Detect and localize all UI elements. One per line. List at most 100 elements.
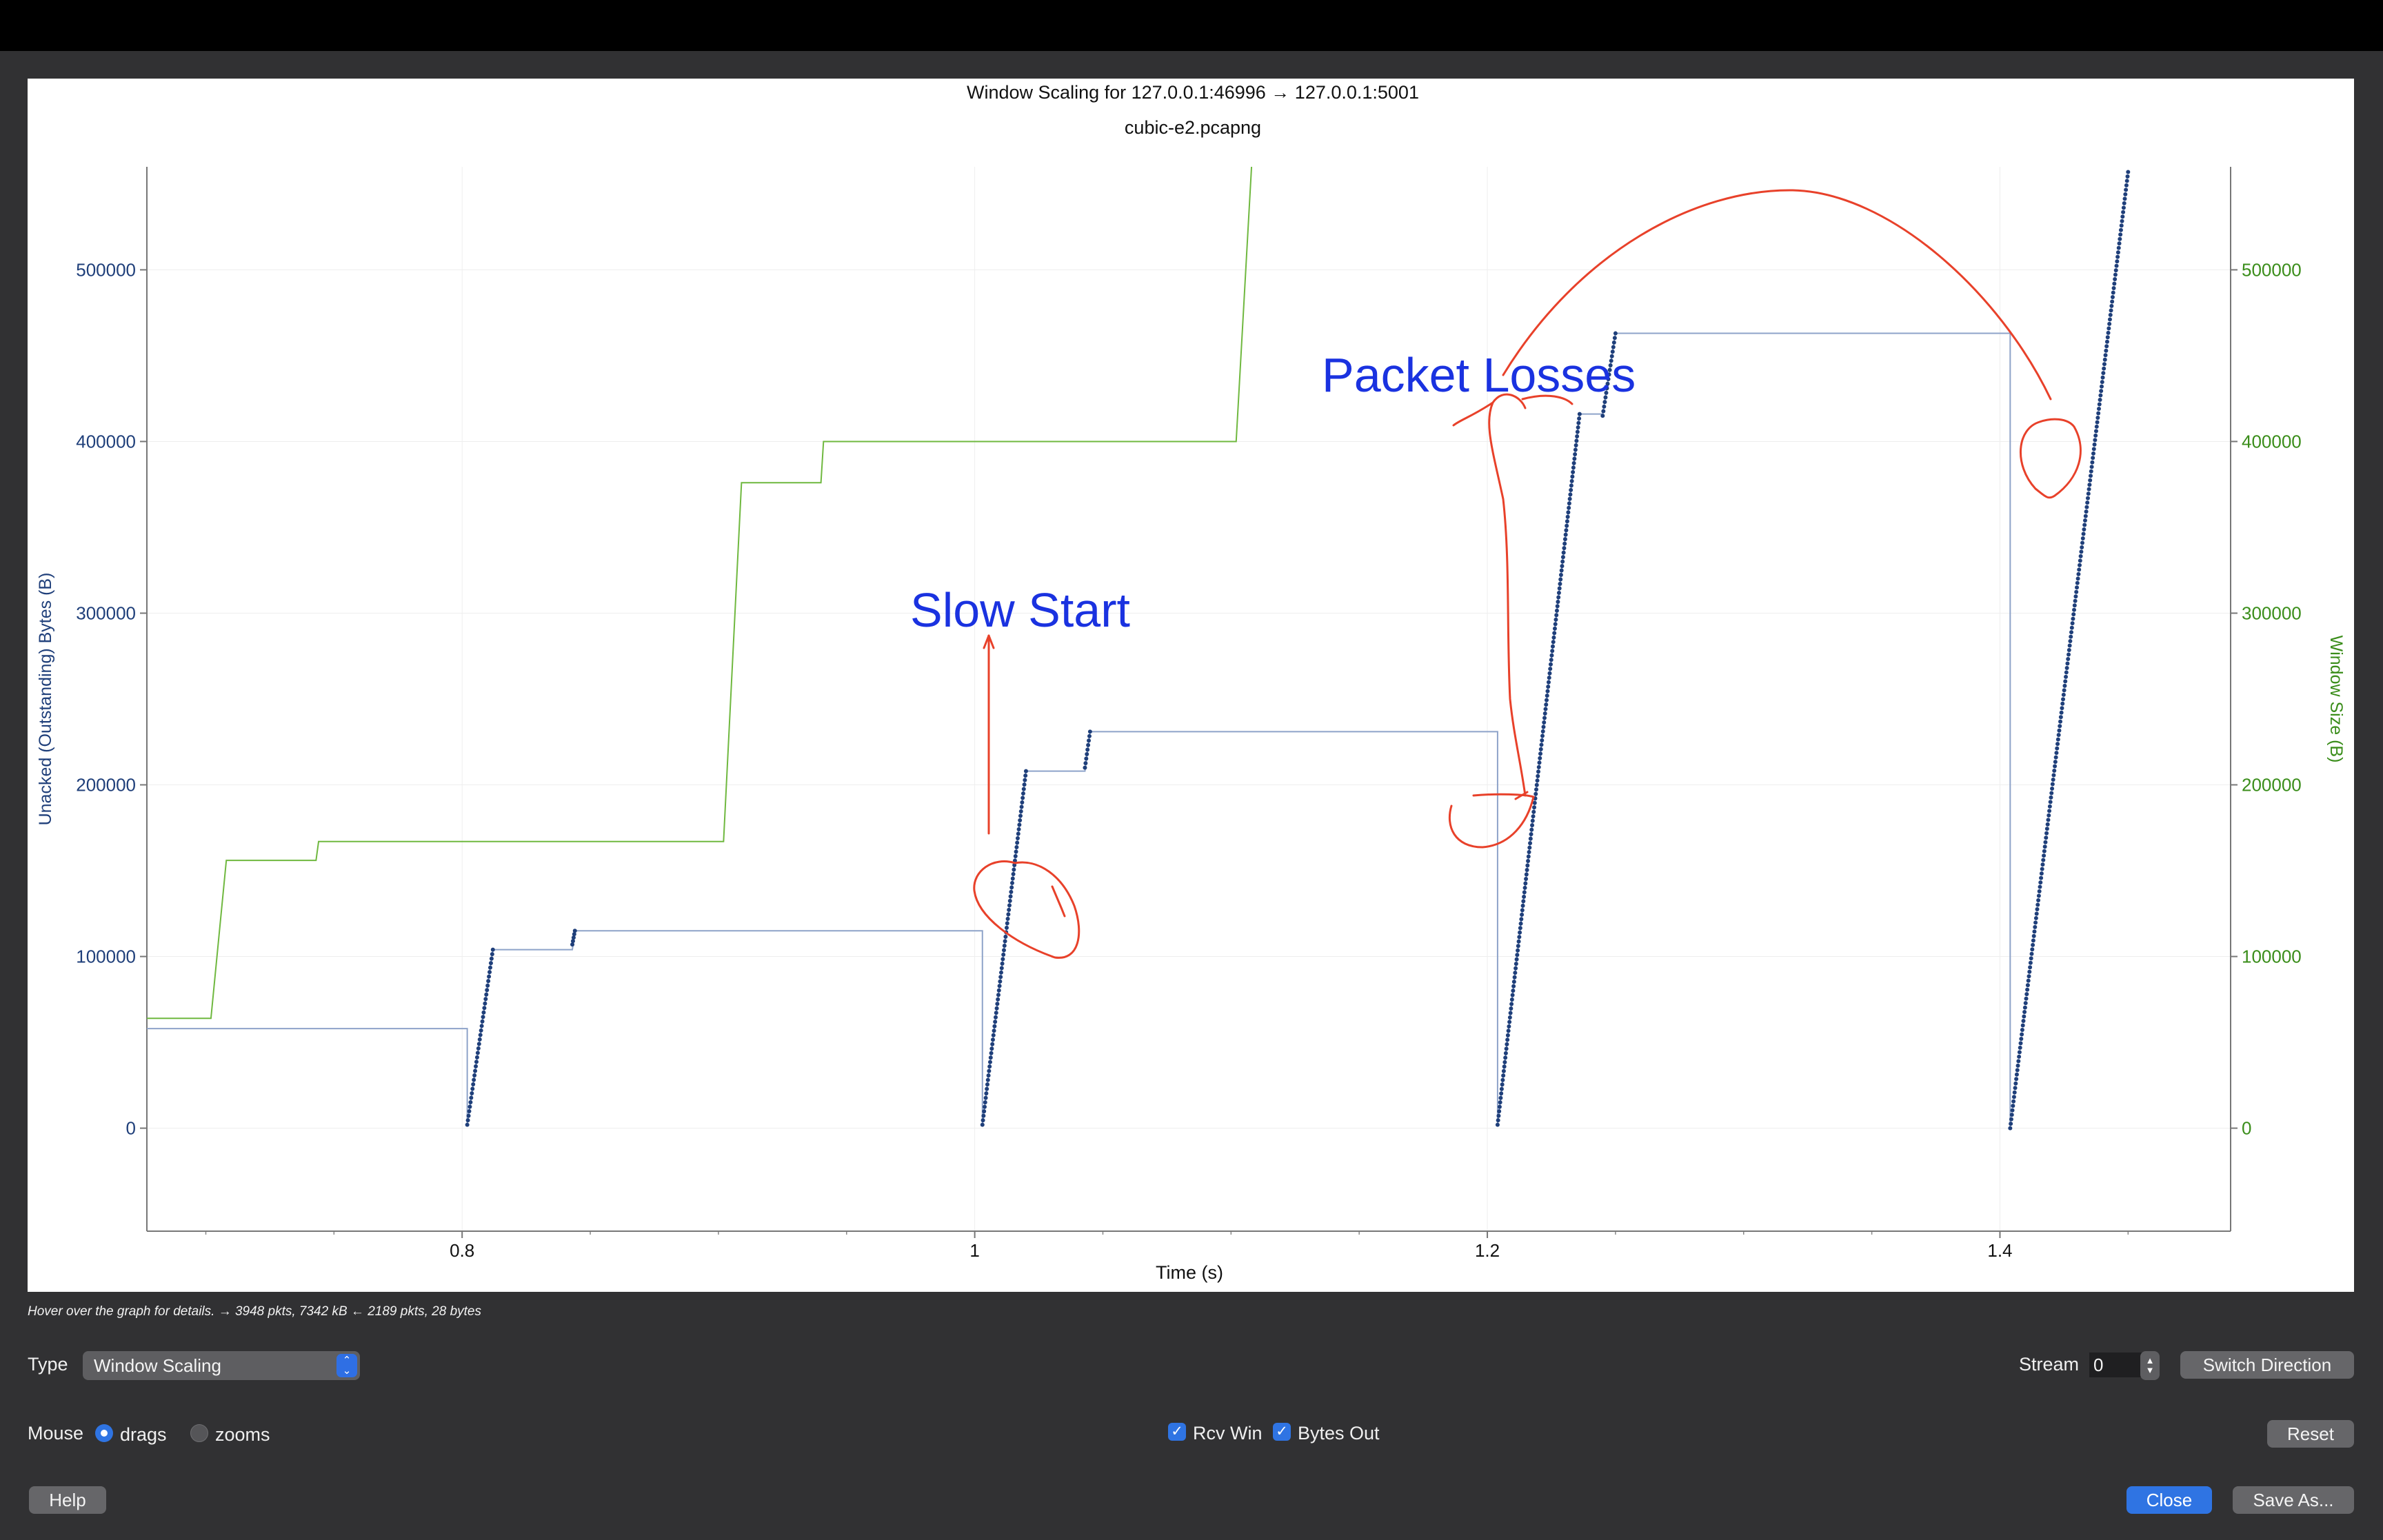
bytes-out-point (2055, 742, 2060, 747)
bytes-out-point (984, 1091, 989, 1096)
help-button[interactable]: Help (29, 1486, 106, 1514)
bytes-out-point (2084, 509, 2089, 514)
bytes-out-point (1562, 537, 1567, 542)
stream-input[interactable]: 0 (2089, 1352, 2142, 1377)
bytes-out-point (2039, 875, 2044, 880)
bytes-out-point (1530, 818, 1535, 823)
bytes-out-point (2073, 598, 2078, 603)
bytes-out-point (1015, 835, 1020, 840)
bytes-out-point (1514, 957, 1519, 962)
bytes-out-point (1572, 456, 1577, 461)
close-button[interactable]: Close (2126, 1486, 2212, 1514)
bytes-out-point (1020, 800, 1025, 805)
bytes-out-point (2018, 1045, 2022, 1050)
save-as-button[interactable]: Save As... (2233, 1486, 2354, 1514)
bytes-out-point (1523, 881, 1528, 886)
bytes-out-point (1509, 1006, 1514, 1011)
bytes-out-point (1563, 532, 1568, 537)
bytes-out-point (1005, 916, 1010, 921)
switch-direction-button[interactable]: Switch Direction (2180, 1351, 2354, 1379)
bytes-out-point (1007, 898, 1012, 903)
bytes-out-point (1020, 796, 1025, 800)
reset-button[interactable]: Reset (2267, 1420, 2354, 1448)
bytes-out-point (2063, 679, 2068, 684)
bytes-out-point (1567, 496, 1572, 501)
bytes-out-point (2080, 545, 2084, 549)
bytes-out-point (474, 1064, 479, 1068)
bytes-out-point (1540, 733, 1545, 738)
bytes-out-point (2017, 1054, 2022, 1059)
bytes-out-point (1567, 505, 1571, 510)
bytes-out-point (465, 1122, 470, 1127)
bytes-out-point (1023, 773, 1028, 778)
bytes-out-point (2093, 429, 2098, 434)
status-line: Hover over the graph for details. → 3948… (28, 1304, 481, 1319)
y-tick-label-left: 200000 (76, 775, 136, 796)
bytes-out-point (2086, 492, 2091, 496)
annotation-stroke-6 (1452, 393, 1527, 797)
bytes-out-point (2113, 272, 2118, 277)
bytes-out-point (1527, 850, 1531, 855)
bytes-out-point (1005, 921, 1009, 926)
window-scaling-chart[interactable]: 0.8 1 1.2 1.4 0 0 100000 100000 200000 200000 3000… (28, 79, 2354, 1292)
bytes-out-point (2064, 674, 2069, 679)
bytes-out-point (1566, 510, 1571, 515)
bytes-out-point (468, 1100, 473, 1105)
bytes-out-point (1569, 478, 1574, 483)
bytes-out-point (2111, 285, 2116, 290)
bytes-out-point (1495, 1122, 1500, 1127)
bytes-out-point (2118, 236, 2122, 241)
bytes-out-point (2045, 822, 2050, 827)
bytes-out-point (478, 1033, 483, 1037)
bytes-out-point (1546, 685, 1551, 689)
bytes-out-point (1529, 832, 1534, 837)
bytes-out-point (2099, 384, 2104, 389)
bytes-out-point (1507, 1024, 1511, 1029)
bytes-out-point (474, 1060, 479, 1064)
type-select[interactable]: Window Scaling ⌃ ⌄ (83, 1351, 360, 1380)
zooms-radio[interactable] (190, 1424, 208, 1442)
bytes-out-point (1516, 948, 1520, 953)
bytes-out-point (1565, 514, 1570, 519)
bytes-out-point (2053, 760, 2058, 764)
bytes-out-point (1524, 876, 1529, 881)
bytes-out-point (1552, 626, 1557, 631)
bytes-out-point (2028, 960, 2033, 965)
y-axis-right-label: Window Size (B) (2326, 636, 2346, 763)
bytes-out-point (1018, 809, 1023, 814)
y-tick-label-right: 0 (2242, 1118, 2251, 1139)
plot-panel[interactable]: 0.8 1 1.2 1.4 0 0 100000 100000 200000 200000 3000… (28, 79, 2354, 1292)
rcv-win-label: Rcv Win (1193, 1423, 1263, 1443)
bytes-out-point (2113, 277, 2118, 282)
bytes-out-point (1501, 1068, 1506, 1073)
rcv-win-checkbox[interactable]: ✓ (1168, 1423, 1186, 1441)
bytes-out-label: Bytes Out (1298, 1423, 1380, 1443)
y-tick-label-left: 100000 (76, 946, 136, 967)
bytes-out-point (481, 1010, 486, 1015)
bytes-out-point (467, 1109, 472, 1114)
bytes-out-point (473, 1068, 478, 1073)
bytes-out-point (1085, 747, 1090, 752)
bytes-out-point (1506, 1029, 1511, 1033)
bytes-out-point (1575, 429, 1580, 434)
bytes-out-point (1021, 787, 1026, 791)
bytes-out-checkbox[interactable]: ✓ (1273, 1423, 1291, 1441)
bytes-out-point (475, 1051, 480, 1055)
bytes-out-point (1540, 729, 1545, 733)
bytes-out-point (2080, 536, 2085, 540)
bytes-out-point (2104, 348, 2109, 353)
bytes-out-point (985, 1086, 989, 1091)
bytes-out-point (1556, 595, 1561, 600)
bytes-out-point (2118, 232, 2123, 237)
bytes-out-point (1497, 1109, 1502, 1114)
bytes-out-point (2087, 487, 2091, 492)
bytes-out-point (1554, 617, 1558, 622)
bytes-out-point (2027, 974, 2031, 979)
stream-stepper[interactable]: ▲ ▼ (2140, 1351, 2160, 1380)
bytes-out-point (1530, 823, 1535, 828)
bytes-out-point (997, 984, 1002, 989)
bytes-out-point (2062, 688, 2067, 693)
drags-radio[interactable] (95, 1424, 113, 1442)
bytes-out-point (1007, 907, 1012, 912)
bytes-out-point (1560, 555, 1565, 560)
